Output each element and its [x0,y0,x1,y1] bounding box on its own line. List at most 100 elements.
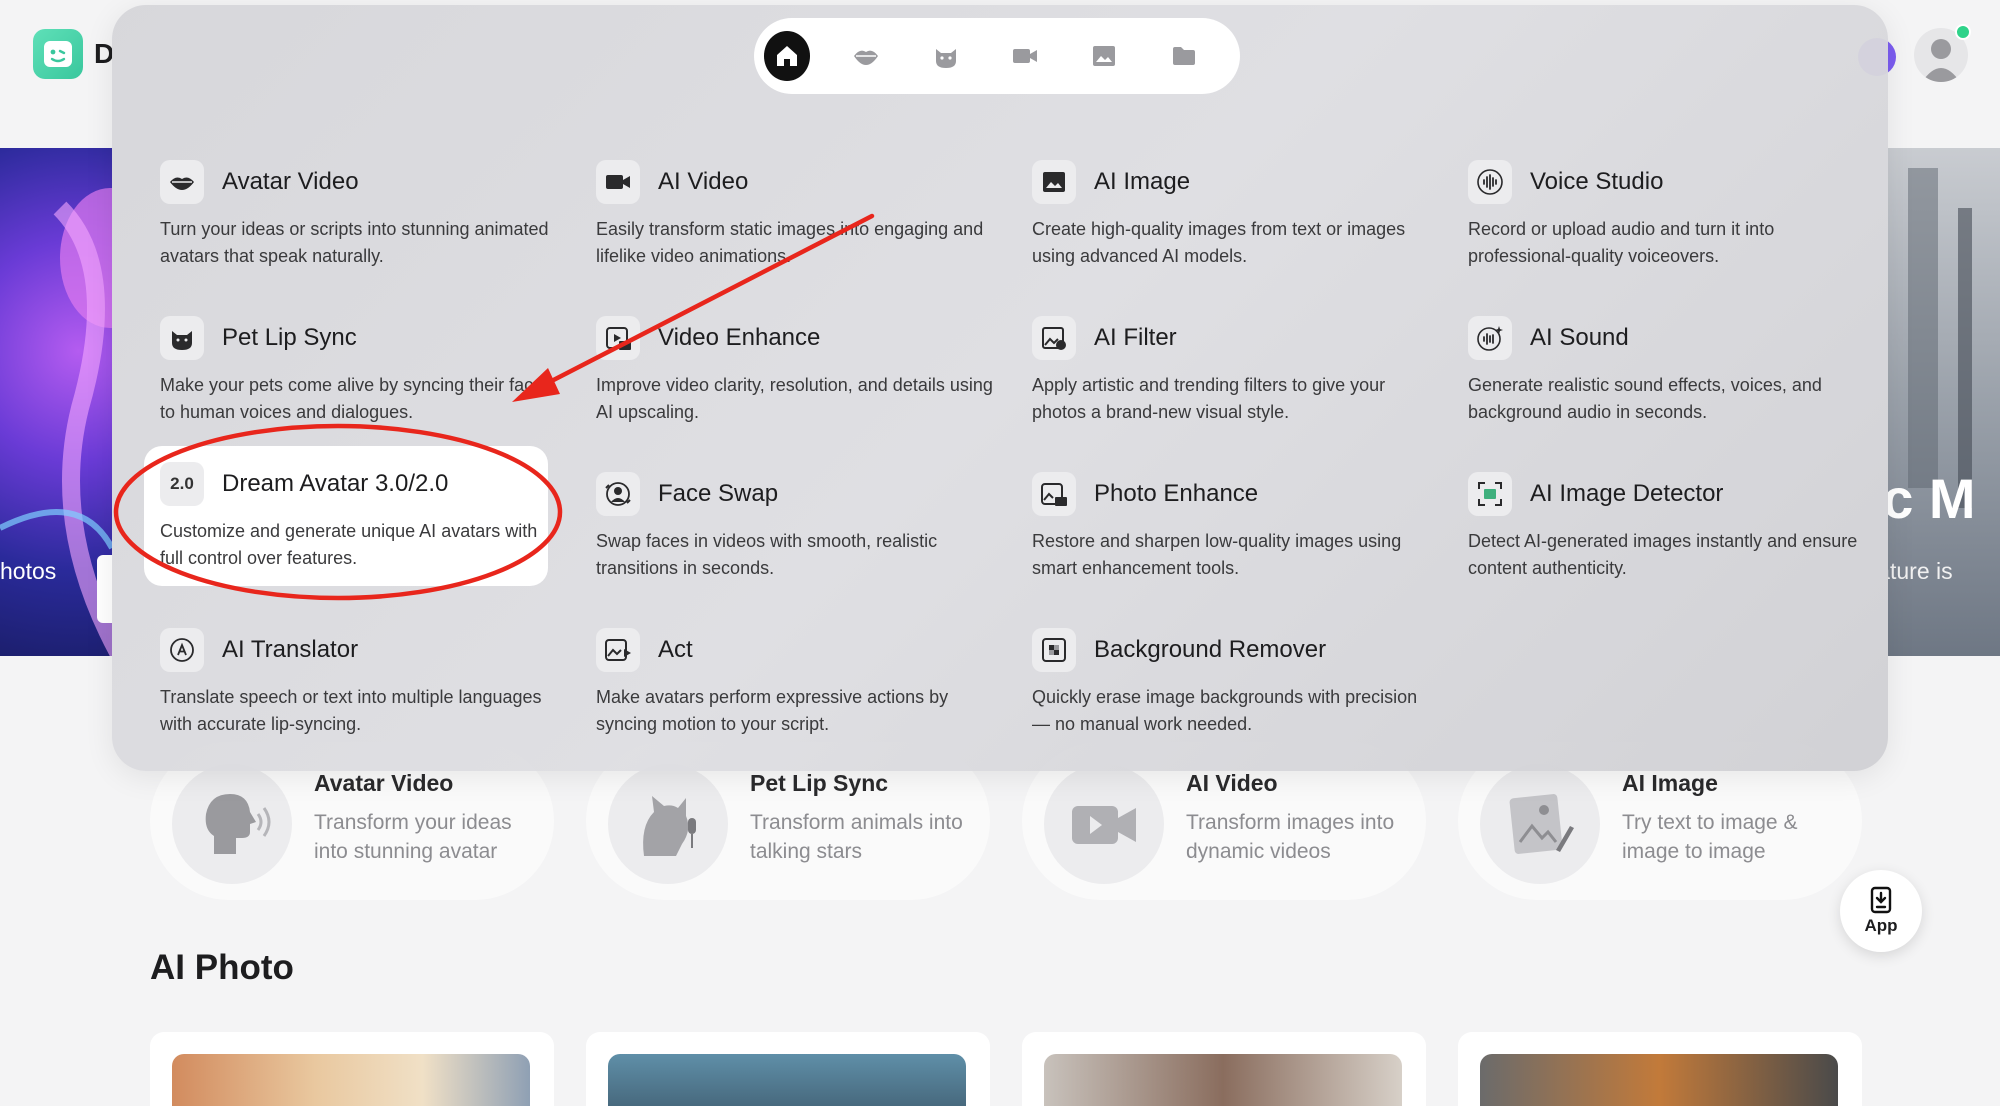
photo-thumbnail [1044,1054,1402,1106]
menu-item-title: Avatar Video [222,168,359,195]
filter-icon [1032,316,1076,360]
menu-item-title: AI Filter [1094,324,1177,351]
tab-image[interactable] [1081,31,1127,81]
menu-item-pet-lip-sync[interactable]: Pet Lip Sync Make your pets come alive b… [148,303,552,441]
act-icon [596,628,640,672]
menu-item-voice-studio[interactable]: Voice Studio Record or upload audio and … [1456,147,1860,285]
menu-item-description: Create high-quality images from text or … [1032,219,1406,266]
video-camera-icon [1013,49,1038,63]
ai-scan-icon [1468,472,1512,516]
face-swap-icon [596,472,640,516]
video-camera-icon [1044,764,1164,884]
photo-card[interactable] [586,1032,990,1106]
logo-icon [44,41,72,67]
banner-left-slide[interactable]: hotos [0,148,112,656]
feature-card-title: Pet Lip Sync [750,770,889,796]
menu-item-avatar-video[interactable]: Avatar Video Turn your ideas or scripts … [148,147,552,285]
sound-sparkle-icon [1468,316,1512,360]
menu-item-description: Swap faces in videos with smooth, realis… [596,531,938,578]
feature-card-description: Transform images into dynamic videos [1186,811,1395,863]
app-button-label: App [1864,916,1898,935]
menu-item-ai-translator[interactable]: AI Translator Translate speech or text i… [148,615,552,753]
menu-item-title: AI Image Detector [1530,480,1724,507]
feature-card-title: AI Video [1186,770,1278,796]
menu-item-description: Record or upload audio and turn it into … [1468,219,1775,266]
download-app-button[interactable]: App [1840,870,1922,952]
banner-left-cta-button[interactable] [97,555,113,623]
menu-item-description: Improve video clarity, resolution, and d… [596,375,993,422]
cat-icon [935,49,956,68]
background-remove-icon [1032,628,1076,672]
menu-item-photo-enhance[interactable]: Photo Enhance Restore and sharpen low-qu… [1020,459,1424,597]
menu-item-description: Make your pets come alive by syncing the… [160,375,553,422]
cat-icon [160,316,204,360]
menu-item-act[interactable]: Act Make avatars perform expressive acti… [584,615,988,753]
photo-thumbnail [172,1054,530,1106]
tab-home[interactable] [764,31,811,81]
menu-item-description: Easily transform static images into enga… [596,219,984,266]
image-pencil-icon [1480,764,1600,884]
feature-card-title: Avatar Video [314,770,454,796]
banner-left-text: hotos [0,558,57,584]
banner-right-title: tic M [1888,467,1976,530]
menu-item-title: AI Video [658,168,749,195]
photo-card[interactable] [150,1032,554,1106]
folder-icon [1172,47,1195,65]
video-camera-icon [596,160,640,204]
section-title: AI Photo [150,948,294,987]
menu-item-ai-image[interactable]: AI Image Create high-quality images from… [1020,147,1424,285]
banner-right-subtitle: feature is [1888,558,1953,584]
photo-thumbnail [1480,1054,1838,1106]
menu-item-ai-video[interactable]: AI Video Easily transform static images … [584,147,988,285]
menu-item-ai-image-detector[interactable]: AI Image Detector Detect AI-generated im… [1456,459,1860,597]
image-icon [1093,46,1116,66]
tab-avatar[interactable] [843,31,889,81]
lips-icon [854,50,879,65]
menu-item-face-swap[interactable]: Face Swap Swap faces in videos with smoo… [584,459,988,597]
menu-item-description: Make avatars perform expressive actions … [596,687,949,734]
version-badge-icon: 2.0 [160,462,204,506]
tools-mega-menu: Avatar Video Turn your ideas or scripts … [112,5,1888,771]
menu-item-title: AI Image [1094,168,1191,195]
menu-item-title: Voice Studio [1530,168,1664,195]
menu-item-title: Act [658,636,693,663]
menu-item-description: Detect AI-generated images instantly and… [1468,531,1858,578]
menu-item-video-enhance[interactable]: Video Enhance Improve video clarity, res… [584,303,993,441]
online-status-dot [1955,24,1971,40]
dog-microphone-icon [608,764,728,884]
menu-item-title: Face Swap [658,480,779,507]
menu-item-background-remover[interactable]: Background Remover Quickly erase image b… [1020,615,1424,753]
banner-right-slide[interactable]: tic M feature is [1888,148,2000,656]
tab-files[interactable] [1161,31,1207,81]
app-logo[interactable] [33,29,83,79]
menu-item-description: Restore and sharpen low-quality images u… [1032,531,1402,578]
menu-item-title: AI Sound [1530,324,1629,351]
photo-card[interactable] [1022,1032,1426,1106]
tab-video[interactable] [1002,31,1048,81]
menu-item-description: Translate speech or text into multiple l… [160,687,542,734]
menu-item-description: Quickly erase image backgrounds with pre… [1032,687,1418,734]
menu-item-title: Video Enhance [658,324,821,351]
speaking-head-icon [172,764,292,884]
menu-item-title: AI Translator [222,636,359,663]
menu-item-dream-avatar[interactable]: 2.0 Dream Avatar 3.0/2.0 Customize and g… [144,446,548,586]
feature-card-description: Transform your ideas into stunning avata… [314,811,512,863]
menu-item-description: Apply artistic and trending filters to g… [1032,375,1386,422]
waveform-icon [1468,160,1512,204]
tab-pet[interactable] [923,31,969,81]
menu-item-title: Photo Enhance [1094,480,1259,507]
image-icon [1032,160,1076,204]
feature-card-description: Try text to image & image to image [1622,811,1798,863]
menu-item-title: Pet Lip Sync [222,324,357,351]
photo-card[interactable] [1458,1032,1862,1106]
image-hd-icon [1032,472,1076,516]
menu-item-description: Customize and generate unique AI avatars… [160,521,538,568]
menu-item-title: Background Remover [1094,636,1327,663]
feature-card-title: AI Image [1622,770,1718,796]
menu-item-ai-filter[interactable]: AI Filter Apply artistic and trending fi… [1020,303,1424,441]
video-hd-icon [596,316,640,360]
translate-icon [160,628,204,672]
feature-card-description: Transform animals into talking stars [750,811,963,863]
menu-item-ai-sound[interactable]: AI Sound Generate realistic sound effect… [1456,303,1860,441]
menu-item-title: Dream Avatar 3.0/2.0 [222,470,449,497]
